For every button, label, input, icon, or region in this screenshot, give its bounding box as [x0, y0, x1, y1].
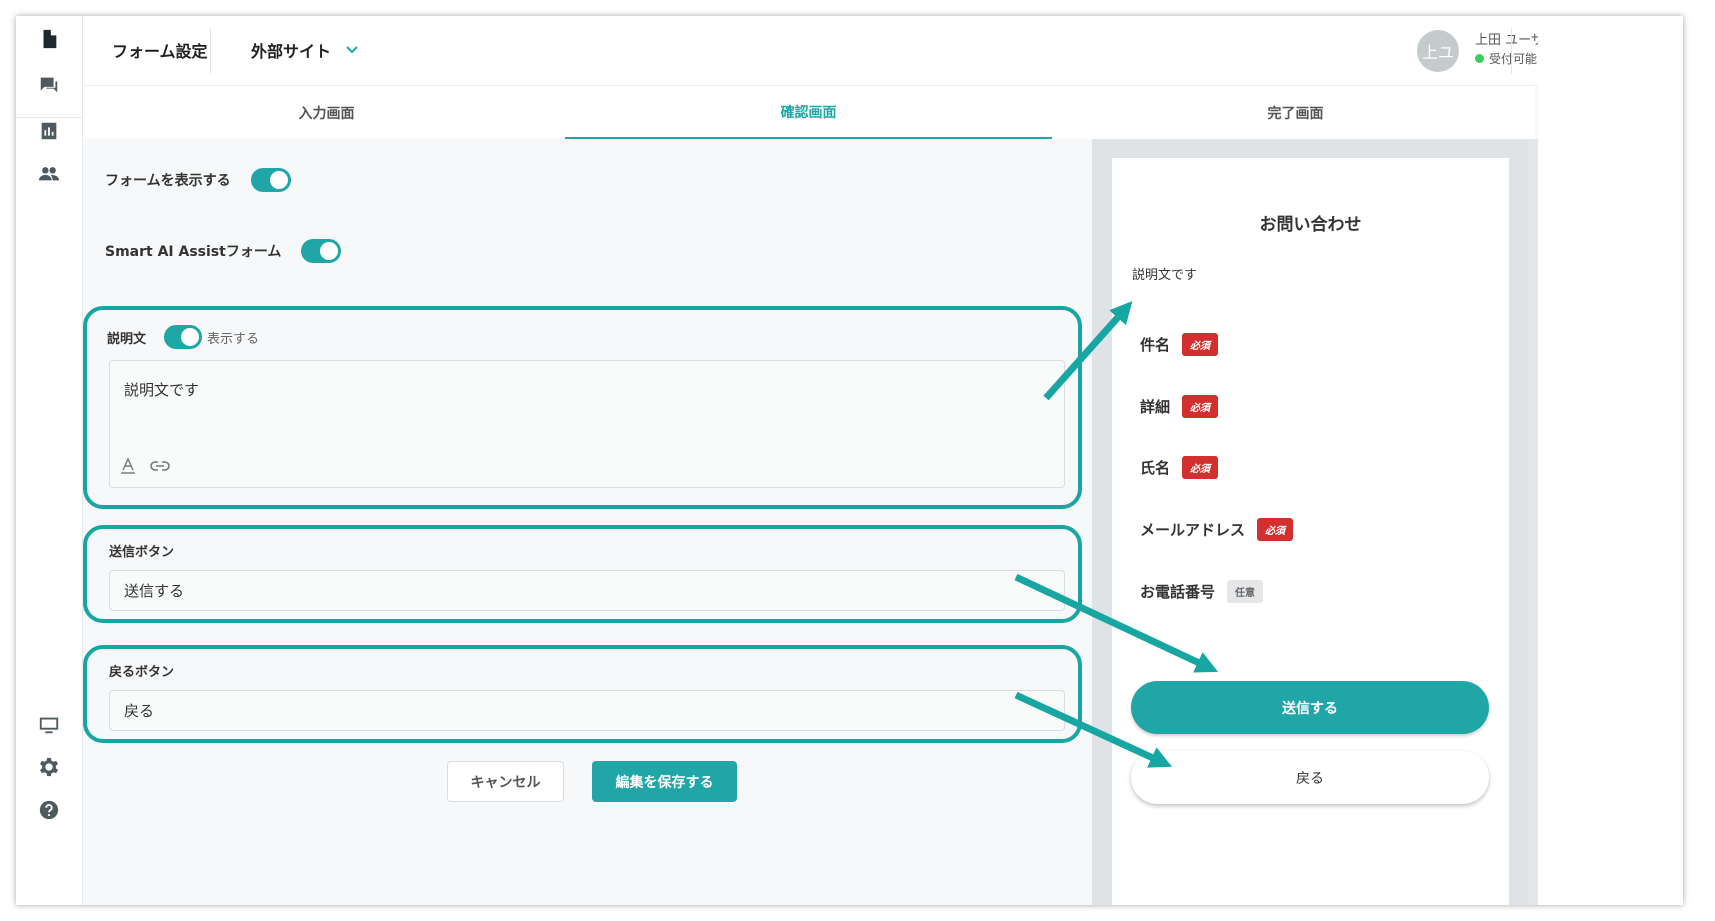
monitor-icon[interactable] — [30, 706, 68, 744]
preview-field-label: 詳細 — [1140, 398, 1171, 416]
preview-submit-button[interactable]: 送信する — [1131, 681, 1489, 734]
optional-badge: 任意 — [1227, 580, 1264, 603]
preview-title: お問い合わせ — [1259, 215, 1362, 235]
site-selector[interactable]: 外部サイト — [251, 38, 359, 62]
window-edge — [1538, 16, 1683, 905]
preview-field-label: 氏名 — [1140, 459, 1171, 477]
left-rail — [16, 16, 83, 905]
show-form-label: フォームを表示する — [105, 173, 231, 189]
required-badge: 必須 — [1182, 456, 1219, 479]
back-button-input[interactable]: 戻る — [109, 690, 1065, 731]
screen-tabs: 入力画面 確認画面 完了画面 — [83, 86, 1535, 139]
header-divider — [1511, 28, 1512, 74]
status-dot-icon — [1475, 54, 1484, 63]
preview-field: お電話番号 任意 — [1140, 580, 1264, 603]
users-icon[interactable] — [30, 155, 68, 193]
user-status: 受付可能 — [1475, 50, 1537, 67]
cancel-button[interactable]: キャンセル — [447, 761, 564, 802]
gear-icon[interactable] — [30, 748, 68, 786]
required-badge: 必須 — [1182, 333, 1219, 356]
chevron-down-icon — [346, 46, 358, 54]
scrollbar[interactable] — [1528, 139, 1538, 905]
preview-field-label: お電話番号 — [1140, 583, 1216, 601]
preview-description: 説明文です — [1132, 268, 1198, 283]
user-status-label: 受付可能 — [1489, 52, 1538, 66]
link-icon[interactable] — [150, 459, 170, 473]
back-button-section: 戻るボタン 戻る — [83, 645, 1082, 743]
preview-field-label: 件名 — [1140, 336, 1171, 354]
editor-toolbar — [120, 457, 170, 475]
top-header: フォーム設定 外部サイト 上ユ 上田 ユーザー 受付可能 — [83, 16, 1683, 86]
app-window: フォーム設定 外部サイト 上ユ 上田 ユーザー 受付可能 入力画面 確認画面 完… — [16, 16, 1683, 905]
avatar[interactable]: 上ユ — [1417, 30, 1459, 72]
preview-field-label: メールアドレス — [1140, 521, 1246, 539]
confirm-preview: お問い合わせ 説明文です 件名 必須 詳細 必須 氏名 必須 メールアドレス 必… — [1112, 158, 1509, 905]
description-toggle[interactable] — [164, 325, 203, 349]
page-title: フォーム設定 — [112, 42, 208, 61]
preview-field: 詳細 必須 — [1140, 395, 1219, 418]
preview-field: 氏名 必須 — [1140, 456, 1219, 479]
back-button-label: 戻るボタン — [109, 665, 175, 680]
ai-assist-label: Smart AI Assistフォーム — [105, 244, 282, 260]
save-button[interactable]: 編集を保存する — [592, 761, 737, 802]
description-section: 説明文 表示する 説明文です — [83, 306, 1082, 509]
text-format-icon[interactable] — [120, 457, 136, 475]
description-text: 説明文です — [124, 381, 200, 399]
preview-field: 件名 必須 — [1140, 333, 1219, 356]
chart-icon[interactable] — [30, 112, 68, 150]
show-form-toggle[interactable] — [250, 168, 291, 192]
tab-complete-screen[interactable]: 完了画面 — [1052, 86, 1539, 139]
description-header: 説明文 表示する — [107, 325, 259, 349]
tab-confirm-screen[interactable]: 確認画面 — [565, 86, 1052, 139]
required-badge: 必須 — [1182, 395, 1219, 418]
form-editor: フォームを表示する Smart AI Assistフォーム 説明文 表示する 説… — [83, 139, 1092, 905]
submit-button-section: 送信ボタン 送信する — [83, 525, 1082, 623]
description-label: 説明文 — [107, 331, 147, 347]
required-badge: 必須 — [1257, 518, 1294, 541]
submit-button-label: 送信ボタン — [109, 545, 175, 560]
header-divider — [210, 28, 211, 74]
tab-input-screen[interactable]: 入力画面 — [83, 86, 570, 139]
site-selector-label: 外部サイト — [251, 42, 332, 61]
submit-button-input[interactable]: 送信する — [109, 570, 1065, 611]
document-icon[interactable] — [30, 20, 68, 58]
preview-field: メールアドレス 必須 — [1140, 518, 1294, 541]
ai-assist-row: Smart AI Assistフォーム — [105, 239, 342, 263]
description-toggle-label: 表示する — [207, 331, 260, 347]
chat-icon[interactable] — [30, 66, 68, 104]
ai-assist-toggle[interactable] — [301, 239, 342, 263]
description-editor[interactable]: 説明文です — [109, 360, 1065, 488]
preview-back-button[interactable]: 戻る — [1131, 751, 1489, 804]
help-icon[interactable] — [30, 791, 68, 829]
show-form-row: フォームを表示する — [105, 168, 291, 192]
